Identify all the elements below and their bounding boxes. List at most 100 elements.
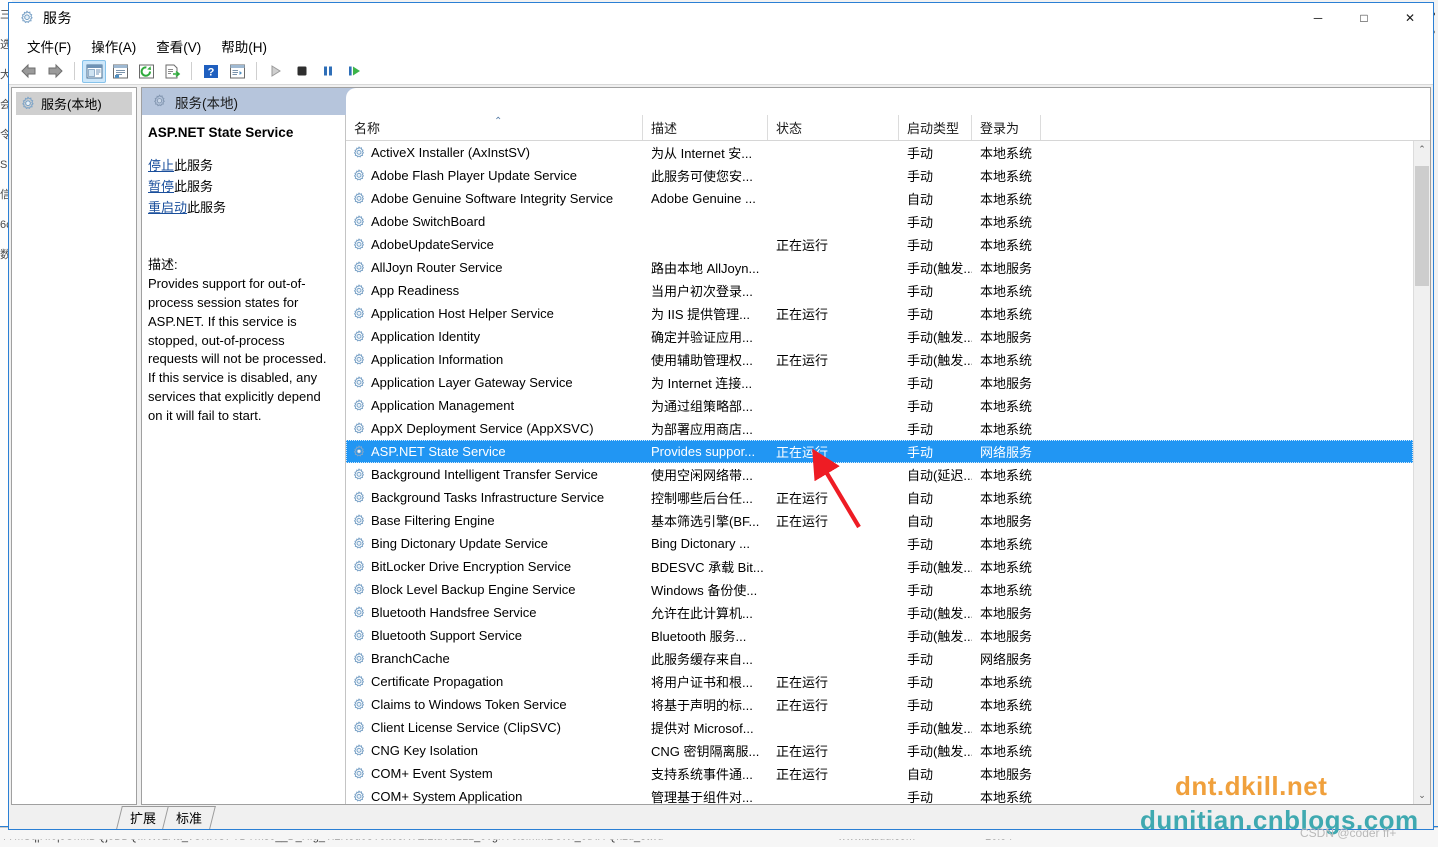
table-row[interactable]: Bluetooth Support Service Bluetooth 服务...…: [346, 624, 1413, 647]
pause-service-icon[interactable]: [316, 60, 340, 83]
table-row[interactable]: BitLocker Drive Encryption Service BDESVC…: [346, 555, 1413, 578]
cell-service-name: AppX Deployment Service (AppXSVC): [346, 421, 643, 436]
tab-standard-label: 标准: [176, 811, 203, 826]
table-row[interactable]: Certificate Propagation 将用户证书和根... 正在运行 手动 本…: [346, 670, 1413, 693]
table-row[interactable]: Application Host Helper Service 为 IIS 提供管…: [346, 302, 1413, 325]
service-gear-icon: [353, 720, 365, 733]
service-name-text: ActiveX Installer (AxInstSV): [371, 145, 530, 160]
column-status[interactable]: 状态: [768, 115, 899, 140]
table-row[interactable]: App Readiness 当用户初次登录... 手动 本地系统: [346, 279, 1413, 302]
scroll-down-button[interactable]: ⌄: [1414, 787, 1430, 804]
column-name[interactable]: 名称 ⌃: [346, 115, 643, 140]
minimize-button[interactable]: ─: [1295, 3, 1341, 33]
scrollbar-track[interactable]: [1414, 158, 1430, 787]
cell-status: 正在运行: [776, 445, 829, 460]
pane-body: ASP.NET State Service 停止此服务 暂停此服务 重启动此服务…: [142, 115, 1430, 804]
table-row[interactable]: Application Management 为通过组策略部... 手动 本地系统: [346, 394, 1413, 417]
table-row[interactable]: Background Intelligent Transfer Service 使…: [346, 463, 1413, 486]
show-action-pane-icon[interactable]: [225, 60, 249, 83]
service-name-text: Application Layer Gateway Service: [371, 375, 573, 390]
maximize-button[interactable]: □: [1341, 3, 1387, 33]
service-gear-icon: [353, 697, 365, 710]
table-row[interactable]: CNG Key Isolation CNG 密钥隔离服... 正在运行 手动(触发..…: [346, 739, 1413, 762]
cell-description: 管理基于组件对...: [651, 790, 753, 804]
export-list-icon[interactable]: [160, 60, 184, 83]
cell-log-on-as: 本地系统: [980, 468, 1033, 483]
service-name-text: Background Tasks Infrastructure Service: [371, 490, 605, 505]
table-row[interactable]: AdobeUpdateService 正在运行 手动 本地系统: [346, 233, 1413, 256]
cell-log-on-as: 本地系统: [980, 353, 1033, 368]
tab-standard[interactable]: 标准: [162, 806, 216, 829]
cell-description: 将用户证书和根...: [651, 675, 753, 690]
cell-service-name: COM+ System Application: [346, 789, 643, 804]
restart-service-link[interactable]: 重启动: [148, 200, 187, 215]
service-name-text: Application Management: [371, 398, 515, 413]
stop-service-action[interactable]: 停止此服务: [148, 155, 333, 176]
scrollbar-thumb[interactable]: [1415, 166, 1429, 286]
back-icon[interactable]: [17, 60, 41, 83]
start-service-icon[interactable]: [264, 60, 288, 83]
cell-startup-type: 手动: [907, 675, 934, 690]
title-bar: 服务 ─ □ ✕: [9, 3, 1433, 33]
stop-service-icon[interactable]: [290, 60, 314, 83]
column-startup-type[interactable]: 启动类型: [899, 115, 972, 140]
table-row[interactable]: Bluetooth Handsfree Service 允许在此计算机... 手动(…: [346, 601, 1413, 624]
refresh-icon[interactable]: [134, 60, 158, 83]
content-area: 服务(本地) 服务(本地) ASP.NET State Service 停止此服…: [9, 85, 1433, 805]
cell-startup-type: 手动(触发...: [907, 261, 972, 276]
rows-viewport: ActiveX Installer (AxInstSV) 为从 Internet …: [346, 141, 1430, 804]
restart-service-action[interactable]: 重启动此服务: [148, 197, 333, 218]
table-row[interactable]: COM+ Event System 支持系统事件通... 正在运行 自动 本地服务: [346, 762, 1413, 785]
properties-icon[interactable]: [108, 60, 132, 83]
tree-item-services-local[interactable]: 服务(本地): [16, 92, 132, 115]
table-row[interactable]: Adobe SwitchBoard 手动 本地系统: [346, 210, 1413, 233]
table-row[interactable]: ActiveX Installer (AxInstSV) 为从 Internet …: [346, 141, 1413, 164]
cell-description: 基本筛选引擎(BF...: [651, 514, 760, 529]
background-site-text: www.baidu.com: [838, 831, 916, 843]
table-row[interactable]: Adobe Flash Player Update Service 此服务可使您安…: [346, 164, 1413, 187]
menu-action[interactable]: 操作(A): [81, 33, 146, 59]
cell-log-on-as: 本地系统: [980, 284, 1033, 299]
show-tree-icon[interactable]: [82, 59, 106, 83]
menu-file[interactable]: 文件(F): [17, 33, 81, 59]
table-row[interactable]: Claims to Windows Token Service 将基于声明的标..…: [346, 693, 1413, 716]
table-row[interactable]: Application Information 使用辅助管理权... 正在运行 手动(…: [346, 348, 1413, 371]
restart-service-icon[interactable]: [342, 60, 366, 83]
menu-help[interactable]: 帮助(H): [211, 33, 277, 59]
pause-service-action[interactable]: 暂停此服务: [148, 176, 333, 197]
scroll-up-button[interactable]: ⌃: [1414, 141, 1430, 158]
cell-startup-type: 手动: [907, 215, 934, 230]
table-row[interactable]: Base Filtering Engine 基本筛选引擎(BF... 正在运行 自动 本…: [346, 509, 1413, 532]
cell-log-on-as: 网络服务: [980, 652, 1033, 667]
service-name-text: AppX Deployment Service (AppXSVC): [371, 421, 594, 436]
table-row[interactable]: Application Identity 确定并验证应用... 手动(触发... 本地…: [346, 325, 1413, 348]
cell-service-name: AdobeUpdateService: [346, 237, 643, 252]
cell-service-name: Certificate Propagation: [346, 674, 643, 689]
cell-log-on-as: 本地系统: [980, 560, 1033, 575]
column-description[interactable]: 描述: [643, 115, 768, 140]
table-row[interactable]: Block Level Backup Engine Service Windows…: [346, 578, 1413, 601]
description-text: Provides support for out-of-process sess…: [148, 276, 327, 423]
table-row[interactable]: Application Layer Gateway Service 为 Inter…: [346, 371, 1413, 394]
close-button[interactable]: ✕: [1387, 3, 1433, 33]
vertical-scrollbar[interactable]: ⌃ ⌄: [1413, 141, 1430, 804]
stop-service-link[interactable]: 停止: [148, 158, 174, 173]
table-row[interactable]: BranchCache 此服务缓存来自... 手动 网络服务: [346, 647, 1413, 670]
help-icon[interactable]: ?: [199, 60, 223, 83]
table-row[interactable]: Adobe Genuine Software Integrity Service…: [346, 187, 1413, 210]
table-row[interactable]: Bing Dictonary Update Service Bing Dicton…: [346, 532, 1413, 555]
forward-icon[interactable]: [43, 60, 67, 83]
table-row-selected[interactable]: ASP.NET State Service Provides suppor... 正…: [346, 440, 1413, 463]
services-window: 服务 ─ □ ✕ 文件(F) 操作(A) 查看(V) 帮助(H) ? 服务(本地…: [8, 2, 1434, 830]
table-row[interactable]: AppX Deployment Service (AppXSVC) 为部署应用商店…: [346, 417, 1413, 440]
table-row[interactable]: COM+ System Application 管理基于组件对... 手动 本地系统: [346, 785, 1413, 804]
background-status-bar: 77MSq|HI6|cGmnDQjoBBQI.NWLRa_vUNHOFTDYms…: [0, 827, 1438, 847]
column-log-on-as[interactable]: 登录为: [972, 115, 1041, 140]
pause-service-link[interactable]: 暂停: [148, 179, 174, 194]
table-row[interactable]: AllJoyn Router Service 路由本地 AllJoyn... 手动(…: [346, 256, 1413, 279]
menu-view[interactable]: 查看(V): [146, 33, 211, 59]
service-name-text: Bluetooth Support Service: [371, 628, 523, 643]
cell-service-name: App Readiness: [346, 283, 643, 298]
table-row[interactable]: Client License Service (ClipSVC) 提供对 Micr…: [346, 716, 1413, 739]
table-row[interactable]: Background Tasks Infrastructure Service 控…: [346, 486, 1413, 509]
